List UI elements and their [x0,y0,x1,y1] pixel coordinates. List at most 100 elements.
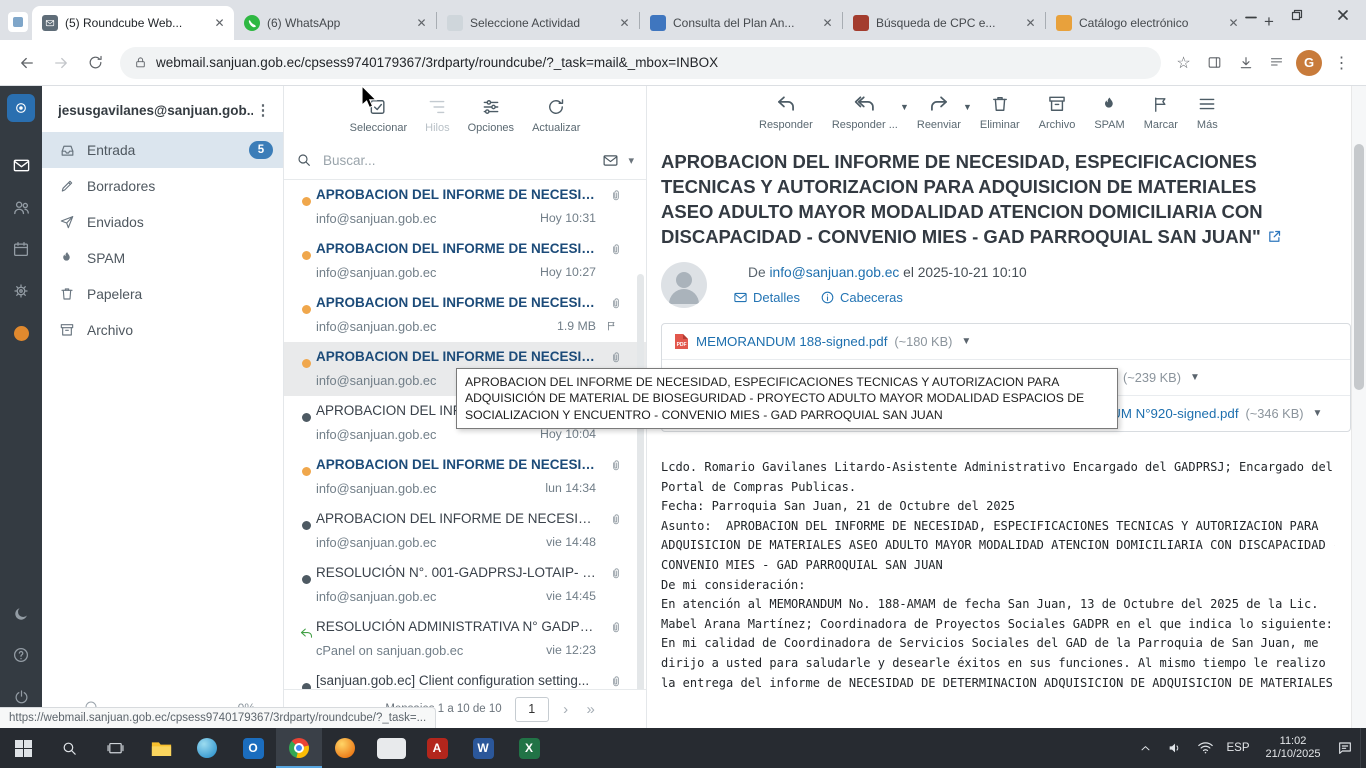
taskbar-search-button[interactable] [46,728,92,768]
headers-link[interactable]: Cabeceras [820,290,903,305]
settings-gear-icon[interactable] [0,270,42,312]
forward-chevron-icon[interactable]: ▼ [963,102,972,112]
excel-button[interactable]: X [506,728,552,768]
close-tab-icon[interactable]: ✕ [819,15,836,32]
archive-button[interactable]: Archivo [1039,93,1076,131]
start-button[interactable] [0,728,46,768]
help-icon[interactable] [0,634,42,676]
address-bar[interactable]: webmail.sanjuan.gob.ec/cpsess9740179367/… [120,47,1161,79]
storage-icon[interactable] [0,312,42,354]
account-menu-icon[interactable]: ⋮ [253,101,273,119]
restore-button[interactable] [1274,0,1320,30]
browser-menu-icon[interactable]: ⋮ [1327,48,1356,77]
tab-roundcube[interactable]: (5) Roundcube Web... ✕ [32,6,234,40]
browser-corner-icon[interactable] [8,12,28,32]
sidebar-item-papelera[interactable]: Papelera [42,276,283,312]
options-button[interactable]: Opciones [468,96,514,134]
page-scrollbar-thumb[interactable] [1354,144,1364,390]
action-center-icon[interactable] [1330,728,1360,768]
sidebar-item-spam[interactable]: SPAM [42,240,283,276]
mail-icon[interactable] [0,144,42,186]
open-in-new-window-icon[interactable] [1267,229,1282,244]
chrome-button[interactable] [276,728,322,768]
mark-button[interactable]: Marcar [1144,93,1178,131]
more-button[interactable]: Más [1197,93,1218,131]
next-page-icon[interactable]: › [558,702,574,717]
search-input[interactable] [321,152,593,169]
language-indicator[interactable]: ESP [1220,742,1256,754]
sidebar-item-archivo[interactable]: Archivo [42,312,283,348]
threads-button[interactable]: Hilos [425,96,449,134]
message-row[interactable]: APROBACION DEL INFORME DE NECESIDA... in… [284,288,646,342]
last-page-icon[interactable]: » [583,702,599,717]
firefox-button[interactable] [322,728,368,768]
back-icon[interactable] [12,48,42,78]
sidebar-item-enviados[interactable]: Enviados [42,204,283,240]
edge-button[interactable] [184,728,230,768]
reply-button[interactable]: Responder [759,93,813,131]
message-row[interactable]: RESOLUCIÓN ADMINISTRATIVA N° GADPR... cP… [284,612,646,666]
sidebar-item-borradores[interactable]: Borradores [42,168,283,204]
outlook-button[interactable]: O [230,728,276,768]
attachment-menu-chevron-icon[interactable]: ▼ [1190,372,1200,383]
refresh-button[interactable]: Actualizar [532,96,580,134]
network-wifi-icon[interactable] [1190,728,1220,768]
message-row[interactable]: APROBACION DEL INFORME DE NECESIDA... in… [284,450,646,504]
forward-button[interactable]: Reenviar ▼ [917,93,961,131]
word-button[interactable]: W [460,728,506,768]
close-tab-icon[interactable]: ✕ [616,15,633,32]
file-explorer-button[interactable] [138,728,184,768]
close-window-button[interactable] [1320,0,1366,30]
attachment-menu-chevron-icon[interactable]: ▼ [1313,408,1323,419]
calendar-icon[interactable] [0,228,42,270]
message-row[interactable]: APROBACION DEL INFORME DE NECESIDA... in… [284,180,646,234]
delete-button[interactable]: Eliminar [980,93,1020,131]
attachment-menu-chevron-icon[interactable]: ▼ [961,336,971,347]
acrobat-button[interactable]: A [414,728,460,768]
hidden-icons-chevron-icon[interactable] [1130,728,1160,768]
tab-seleccione-actividad[interactable]: Seleccione Actividad ✕ [437,6,639,40]
profile-avatar[interactable]: G [1296,50,1322,76]
message-row[interactable]: [sanjuan.gob.ec] Client configuration se… [284,666,646,689]
volume-icon[interactable] [1160,728,1190,768]
search-scope-icon[interactable] [602,152,619,169]
reading-list-icon[interactable] [1262,48,1291,77]
side-panel-icon[interactable] [1200,48,1229,77]
minimize-button[interactable] [1228,0,1274,30]
flag-icon[interactable] [606,320,618,332]
webmail-logo[interactable] [7,94,35,122]
message-row[interactable]: RESOLUCIÓN N°. 001-GADPRSJ-LOTAIP- 20...… [284,558,646,612]
page-number-input[interactable] [515,697,549,722]
forward-icon[interactable] [46,48,76,78]
tab-catalogo[interactable]: Catálogo electrónico ✕ [1046,6,1248,40]
spam-button[interactable]: SPAM [1094,93,1124,131]
reply-all-chevron-icon[interactable]: ▼ [900,102,909,112]
taskbar-clock[interactable]: 11:02 21/10/2025 [1256,735,1330,762]
notepad-button[interactable] [368,728,414,768]
task-view-button[interactable] [92,728,138,768]
list-scrollbar-thumb[interactable] [637,274,644,689]
plan-favicon [650,15,666,31]
attachment-link[interactable]: MEMORANDUM 188-signed.pdf [696,334,887,349]
dark-mode-moon-icon[interactable] [0,592,42,634]
close-tab-icon[interactable]: ✕ [211,15,228,32]
search-options-chevron-icon[interactable]: ▾ [628,154,634,167]
mark-flag-icon [1151,93,1170,115]
bookmark-star-icon[interactable]: ☆ [1169,48,1198,77]
page-scrollbar[interactable] [1351,86,1366,728]
show-desktop-button[interactable] [1360,728,1366,768]
sender-email-link[interactable]: info@sanjuan.gob.ec [769,265,899,280]
tab-consulta-plan[interactable]: Consulta del Plan An... ✕ [640,6,842,40]
contacts-icon[interactable] [0,186,42,228]
tab-whatsapp[interactable]: (6) WhatsApp ✕ [234,6,436,40]
details-link[interactable]: Detalles [733,290,800,305]
message-row[interactable]: APROBACION DEL INFORME DE NECESIDA... in… [284,504,646,558]
message-row[interactable]: APROBACION DEL INFORME DE NECESIDA... in… [284,234,646,288]
close-tab-icon[interactable]: ✕ [413,15,430,32]
downloads-icon[interactable] [1231,48,1260,77]
reload-icon[interactable] [80,48,110,78]
close-tab-icon[interactable]: ✕ [1022,15,1039,32]
reply-all-button[interactable]: Responder ... ▼ [832,93,898,131]
sidebar-item-entrada[interactable]: Entrada 5 [42,132,283,168]
tab-busqueda-cpc[interactable]: Búsqueda de CPC e... ✕ [843,6,1045,40]
